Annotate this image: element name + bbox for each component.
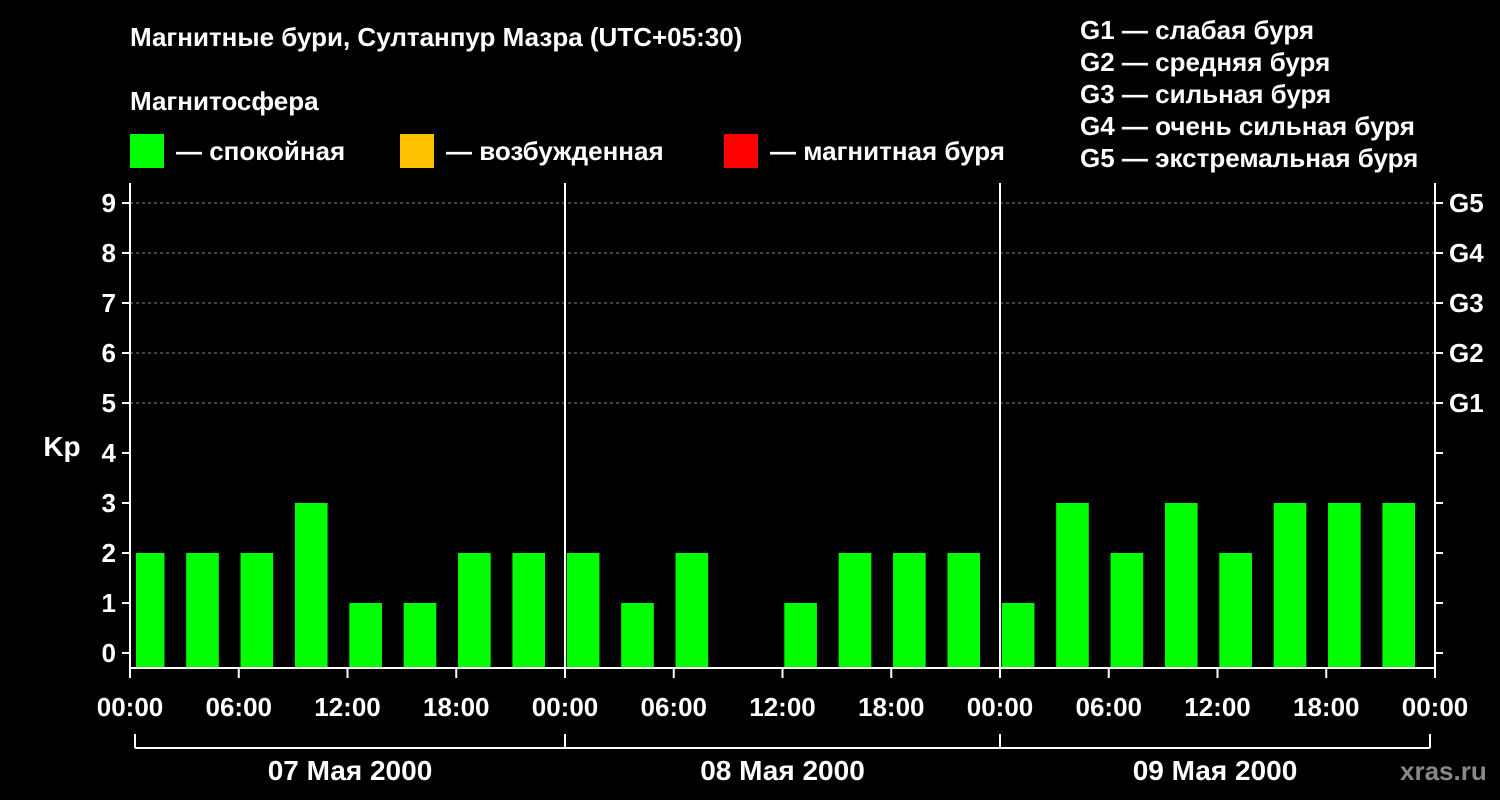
day-label: 08 Мая 2000: [700, 755, 865, 786]
x-tick-label: 00:00: [967, 692, 1034, 722]
y-tick-label: 0: [102, 638, 116, 668]
y-tick-label: 3: [102, 488, 116, 518]
kp-bar: [349, 603, 382, 668]
g-level-label: G2: [1449, 338, 1484, 368]
x-tick-label: 00:00: [1402, 692, 1469, 722]
x-tick-label: 06:00: [641, 692, 708, 722]
kp-bar: [1001, 603, 1035, 668]
kp-bar: [186, 553, 219, 668]
y-tick-label: 6: [102, 338, 116, 368]
y-tick-label: 7: [102, 288, 116, 318]
kp-bar: [240, 553, 274, 668]
x-tick-label: 18:00: [1293, 692, 1360, 722]
g-level-label: G4: [1449, 238, 1484, 268]
x-tick-label: 18:00: [423, 692, 490, 722]
kp-bar: [1328, 503, 1361, 668]
kp-bar: [458, 553, 491, 668]
kp-bar: [675, 553, 709, 668]
x-tick-label: 12:00: [1184, 692, 1251, 722]
x-tick-label: 18:00: [858, 692, 925, 722]
kp-bar: [1273, 503, 1307, 668]
x-tick-label: 12:00: [749, 692, 816, 722]
x-tick-label: 06:00: [206, 692, 273, 722]
y-tick-label: 1: [102, 588, 116, 618]
kp-bar: [893, 553, 926, 668]
axis-layer: 0 1 2 3 4 5 6 7 8 9 G1 G2 G3 G4 G5 Kp 00:00 06:00 12:00 18:…: [43, 183, 1484, 786]
g-level-label: G1: [1449, 388, 1484, 418]
watermark: xras.ru: [1400, 756, 1487, 786]
kp-bar: [566, 553, 600, 668]
kp-bar: [294, 503, 328, 668]
bar-layer: [136, 503, 1416, 668]
kp-bar: [1056, 503, 1089, 668]
grid-layer: [130, 202, 1435, 404]
kp-bar: [403, 603, 437, 668]
kp-bar-chart: 0 1 2 3 4 5 6 7 8 9 G1 G2 G3 G4 G5 Kp 00:00 06:00 12:00 18:…: [43, 183, 1484, 786]
kp-bar: [1382, 503, 1416, 668]
kp-bar: [1219, 553, 1252, 668]
kp-bar: [784, 603, 817, 668]
y-tick-label: 2: [102, 538, 116, 568]
y-axis-label: Kp: [43, 431, 80, 462]
kp-bar: [947, 553, 981, 668]
day-label: 07 Мая 2000: [268, 755, 433, 786]
kp-bar: [136, 553, 165, 668]
y-tick-label: 4: [102, 438, 117, 468]
x-tick-label: 00:00: [532, 692, 599, 722]
g-level-label: G3: [1449, 288, 1484, 318]
kp-bar: [512, 553, 546, 668]
y-tick-label: 9: [102, 188, 116, 218]
kp-bar: [838, 553, 872, 668]
g-level-label: G5: [1449, 188, 1484, 218]
y-tick-label: 5: [102, 388, 116, 418]
x-tick-label: 00:00: [97, 692, 164, 722]
day-label: 09 Мая 2000: [1133, 755, 1298, 786]
kp-bar: [1164, 503, 1198, 668]
kp-bar: [1110, 553, 1144, 668]
kp-bar: [621, 603, 654, 668]
x-tick-label: 06:00: [1076, 692, 1143, 722]
y-tick-label: 8: [102, 238, 116, 268]
x-tick-label: 12:00: [314, 692, 381, 722]
